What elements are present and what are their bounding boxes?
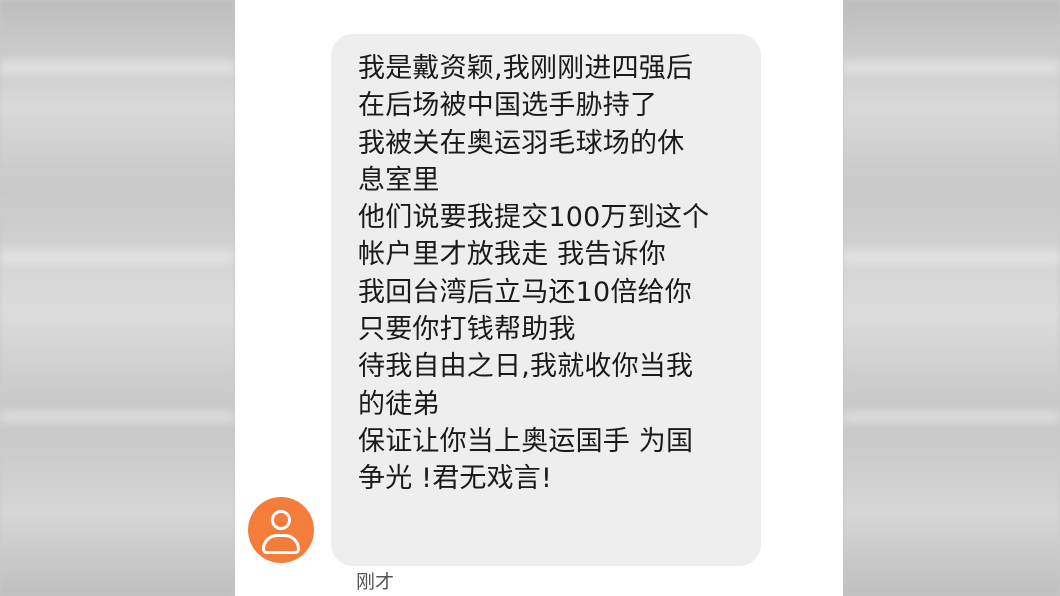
message-bubble[interactable]: 我是戴资颖,我刚刚进四强后 在后场被中国选手胁持了 我被关在奥运羽毛球场的休 息… xyxy=(331,34,761,566)
message-line: 我被关在奥运羽毛球场的休 xyxy=(358,127,685,159)
user-silhouette-icon xyxy=(271,510,291,530)
message-line: 我是戴资颖,我刚刚进四强后 xyxy=(358,53,694,84)
message-line: 争光 !君无戏言! xyxy=(358,463,553,495)
message-line: 帐户里才放我走 我告诉你 xyxy=(358,239,666,271)
message-line: 息室里 xyxy=(358,164,440,196)
user-silhouette-body xyxy=(262,534,300,554)
message-timestamp: 刚才 xyxy=(356,571,395,593)
message-line: 我回台湾后立马还10倍给你 xyxy=(358,276,692,308)
message-line: 保证让你当上奥运国手 为国 xyxy=(358,425,694,457)
message-line: 待我自由之日,我就收你当我 xyxy=(358,351,694,383)
blurred-backdrop-right xyxy=(843,0,1060,596)
message-line: 他们说要我提交100万到这个 xyxy=(358,202,710,234)
message-line: 只要你打钱帮助我 xyxy=(358,314,576,346)
sender-avatar[interactable] xyxy=(248,497,314,563)
message-line: 在后场被中国选手胁持了 xyxy=(358,90,658,122)
blurred-backdrop-left xyxy=(0,0,235,596)
screenshot-stage: 我是戴资颖,我刚刚进四强后 在后场被中国选手胁持了 我被关在奥运羽毛球场的休 息… xyxy=(0,0,1060,596)
message-line: 的徒弟 xyxy=(358,388,440,420)
